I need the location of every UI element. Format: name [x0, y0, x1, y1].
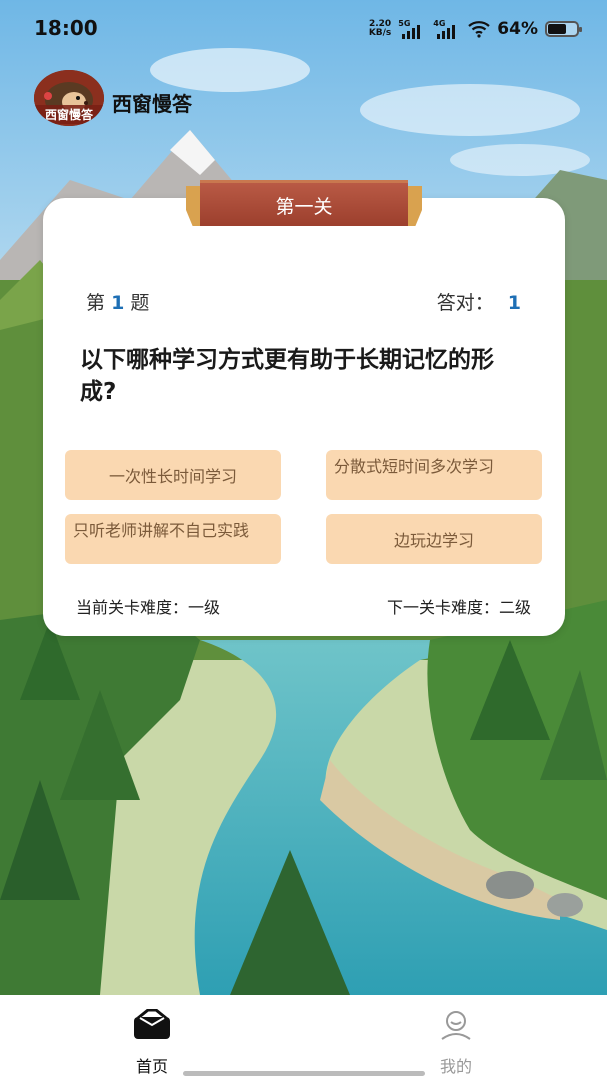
network-speed: 2.20 KB/s: [368, 19, 392, 38]
status-bar: 18:00 2.20 KB/s 5G 4G 64%: [0, 0, 607, 56]
tab-home[interactable]: 首页: [92, 1008, 212, 1077]
current-difficulty: 当前关卡难度：一级: [76, 598, 221, 617]
level-banner: 第一关: [186, 180, 422, 226]
next-difficulty: 下一关卡难度：二级: [386, 598, 531, 617]
quiz-card: [43, 198, 565, 636]
home-indicator[interactable]: [183, 1071, 425, 1076]
avatar-caption: 西窗慢答: [34, 105, 104, 124]
signal-icon: 5G: [398, 19, 426, 39]
option-d[interactable]: 边玩边学习: [326, 514, 542, 564]
home-icon: [134, 1008, 170, 1039]
option-b[interactable]: 分散式短时间多次学习: [326, 450, 542, 500]
wifi-icon: [468, 21, 491, 38]
option-a[interactable]: 一次性长时间学习: [65, 450, 281, 500]
level-title: 第一关: [275, 196, 333, 218]
battery-percent: 64%: [497, 19, 538, 39]
option-c[interactable]: 只听老师讲解不自己实践: [65, 514, 281, 564]
battery-icon: [545, 21, 582, 37]
question-text: 以下哪种学习方式更有助于长期记忆的形成?: [80, 347, 494, 405]
question-number: 第 1 题: [86, 292, 150, 314]
status-icons: 2.20 KB/s 5G 4G 64%: [368, 16, 582, 42]
tab-mine[interactable]: 我的: [396, 1009, 516, 1077]
app-name: 西窗慢答: [112, 92, 192, 116]
app-avatar[interactable]: 西窗慢答: [34, 70, 104, 126]
correct-count: 答对： 1: [436, 292, 521, 314]
bottom-nav: 首页 我的: [0, 995, 607, 1080]
status-time: 18:00: [34, 16, 98, 40]
profile-icon: [441, 1011, 471, 1040]
signal-icon: 4G: [433, 19, 461, 39]
